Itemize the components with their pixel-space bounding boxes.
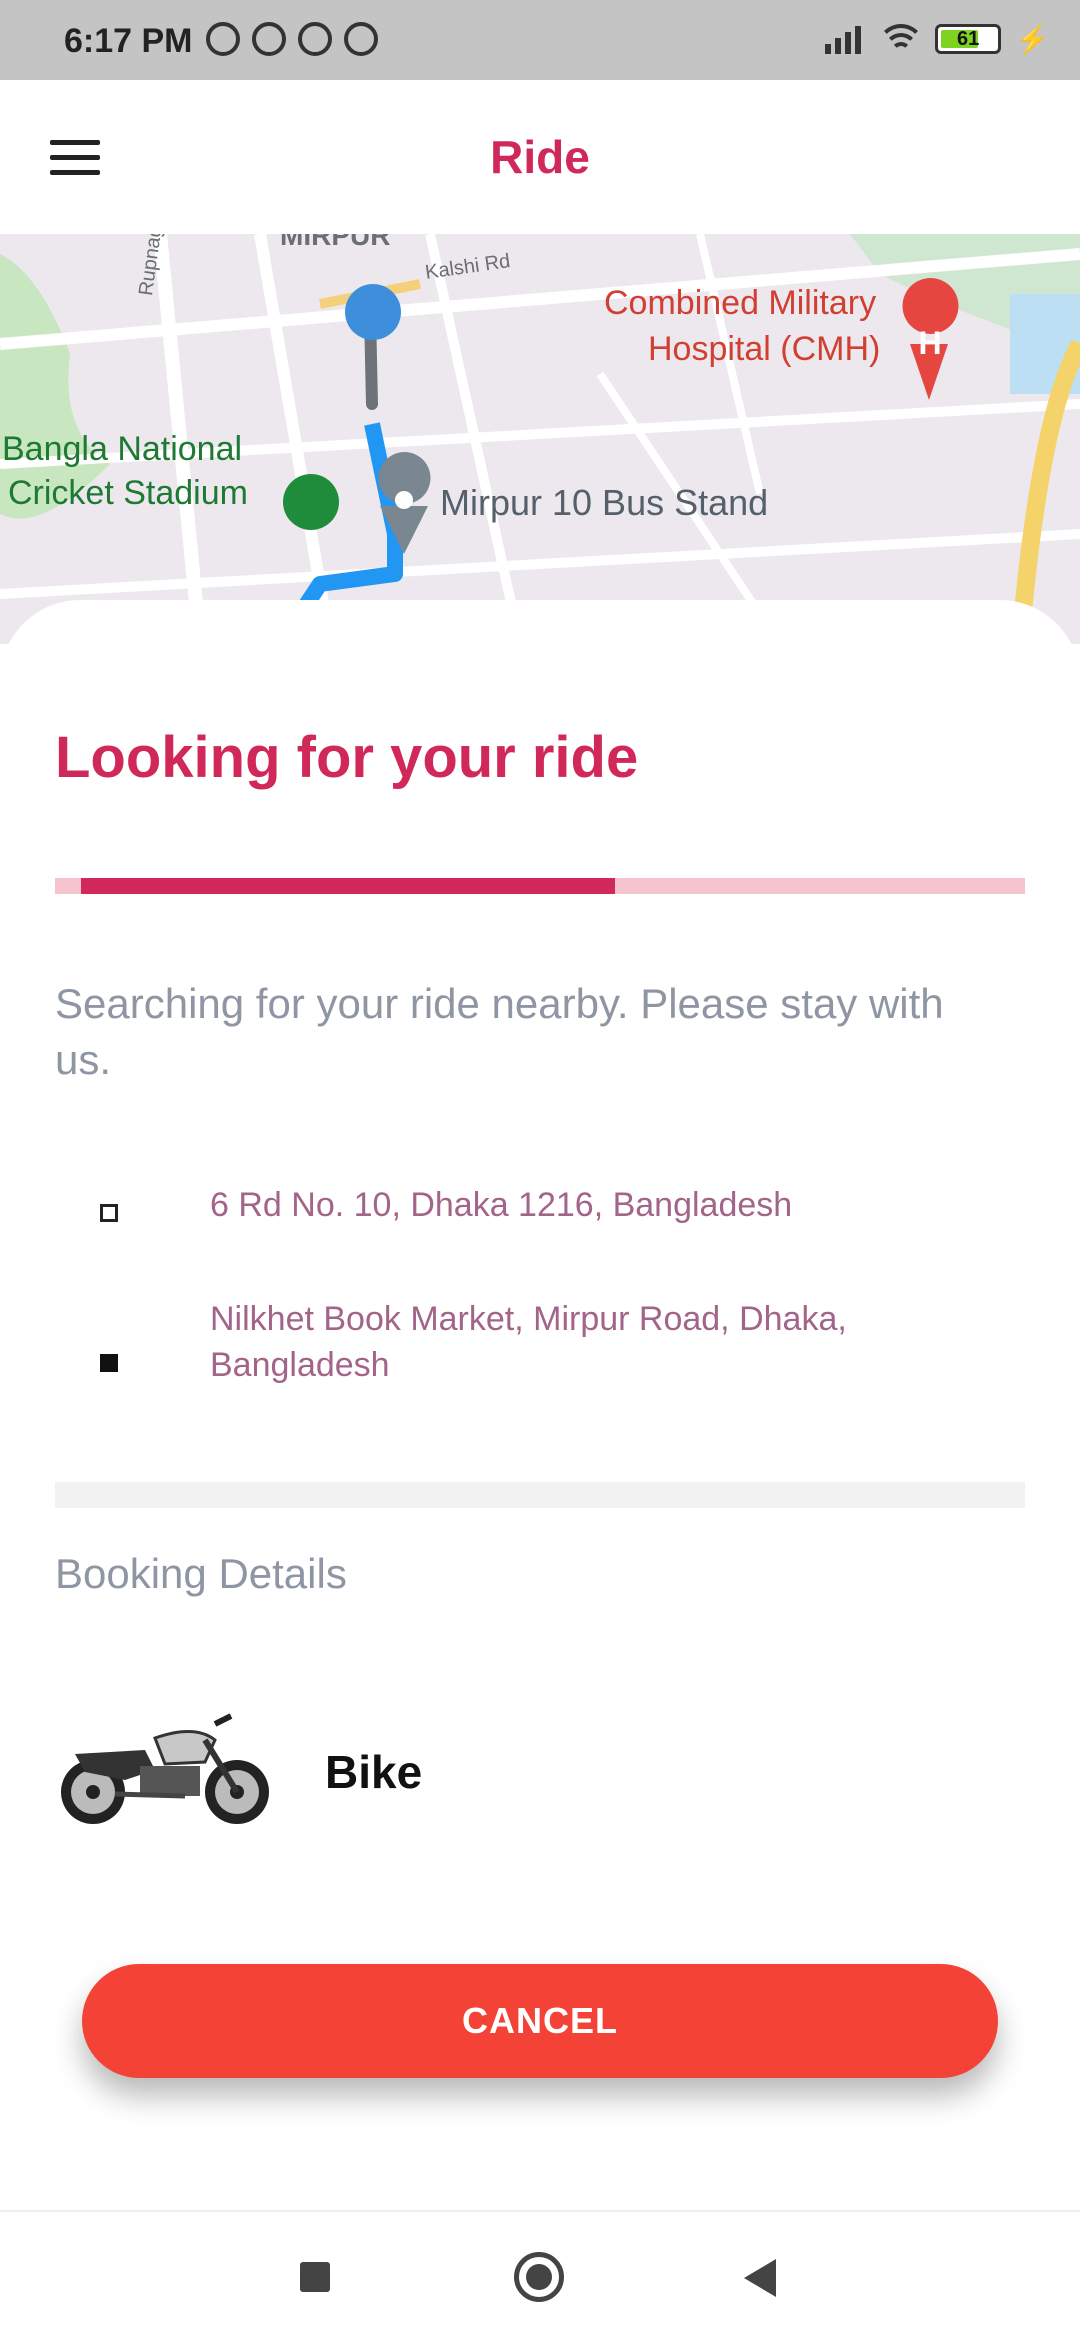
- pickup-address: 6 Rd No. 10, Dhaka 1216, Bangladesh: [210, 1186, 793, 1224]
- section-divider: [55, 1482, 1025, 1508]
- charging-icon: ⚡: [1015, 23, 1050, 55]
- search-description: Searching for your ride nearby. Please s…: [55, 980, 944, 1083]
- map-label-area: MIRPUR: [280, 234, 391, 251]
- booking-details-heading: Booking Details: [55, 1550, 347, 1597]
- map-label-bus-stand: Mirpur 10 Bus Stand: [440, 482, 769, 523]
- dropoff-location: Nilkhet Book Market, Mirpur Road, Dhaka,…: [0, 1294, 1080, 1394]
- cancel-button[interactable]: CANCEL: [82, 1964, 998, 2078]
- bike-icon: [61, 1713, 269, 1824]
- route-map[interactable]: H MIRPUR Kalshi Rd Rupnagar Rd Combined …: [0, 234, 1080, 644]
- ride-status-sheet: Looking for your ride Searching for your…: [0, 600, 1080, 2210]
- alarm-icon: [252, 22, 286, 56]
- data-saver-icon: [344, 22, 378, 56]
- dropoff-marker-icon: [100, 1354, 118, 1372]
- battery-level: 61: [957, 28, 980, 50]
- map-label-hospital-line1: Combined Military: [604, 284, 877, 322]
- status-time: 6:17 PM: [64, 22, 193, 60]
- search-progress-bar: [55, 878, 1025, 894]
- status-bar: 6:17 PM 61 ⚡: [0, 0, 1080, 80]
- search-progress-fill: [81, 878, 615, 894]
- map-label-hospital-line2: Hospital (CMH): [648, 330, 881, 368]
- signal-icon: [823, 22, 867, 56]
- pickup-marker-icon: [100, 1204, 118, 1222]
- page-title: Ride: [490, 131, 590, 183]
- recents-icon[interactable]: [300, 2262, 330, 2292]
- home-icon[interactable]: [514, 2252, 564, 2302]
- map-label-stadium-line1: Bangla National: [2, 430, 243, 468]
- back-icon[interactable]: [744, 2259, 776, 2297]
- app-bar: Ride: [0, 80, 1080, 234]
- battery-icon: 61: [935, 24, 1002, 54]
- vehicle-type-label: Bike: [325, 1746, 423, 1798]
- svg-text:H: H: [918, 325, 941, 361]
- pickup-location: 6 Rd No. 10, Dhaka 1216, Bangladesh: [0, 1180, 1080, 1230]
- data-saver-icon: [298, 22, 332, 56]
- mute-icon: [206, 22, 240, 56]
- map-label-stadium-line2: Cricket Stadium: [8, 474, 248, 512]
- ride-status-title: Looking for your ride: [55, 725, 639, 790]
- dropoff-address: Nilkhet Book Market, Mirpur Road, Dhaka,…: [210, 1300, 847, 1384]
- system-navigation-bar: [0, 2210, 1080, 2342]
- wifi-icon: [881, 22, 922, 56]
- status-notification-icons: [206, 22, 378, 56]
- status-system-icons: 61 ⚡: [823, 22, 1050, 56]
